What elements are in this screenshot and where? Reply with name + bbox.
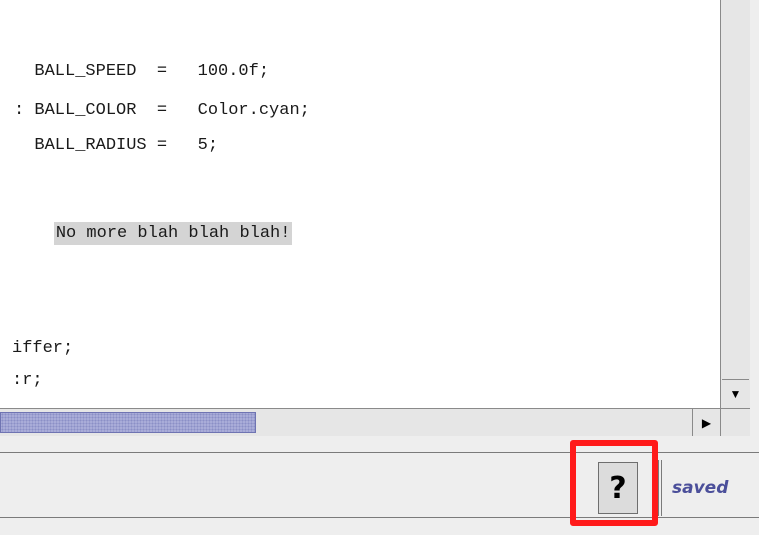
code-line-ball-radius: BALL_RADIUS = 5; — [14, 136, 219, 155]
arrow-right-icon: ▶ — [701, 415, 712, 430]
arrow-down-icon: ▼ — [729, 387, 742, 401]
highlight-annotation-box — [570, 440, 658, 526]
code-line-ball-speed: BALL_SPEED = 100.0f; — [14, 62, 270, 81]
selected-text: No more blah blah blah! — [53, 222, 293, 245]
code-line-buffer: iffer; — [12, 339, 74, 358]
status-saved-label: saved — [672, 478, 729, 498]
vertical-scrollbar[interactable]: ▼ — [720, 0, 750, 408]
code-line-partial: :r; — [12, 371, 43, 390]
horizontal-scroll-thumb[interactable] — [0, 412, 256, 433]
horizontal-scrollbar[interactable]: ▶ — [0, 408, 720, 436]
scroll-down-button[interactable]: ▼ — [722, 379, 749, 408]
code-editor[interactable]: BALL_SPEED = 100.0f; : BALL_COLOR = Colo… — [0, 0, 720, 408]
scroll-right-button[interactable]: ▶ — [692, 409, 720, 436]
scrollbar-corner — [720, 408, 750, 436]
status-divider — [658, 460, 662, 516]
code-line-ball-color: : BALL_COLOR = Color.cyan; — [14, 101, 310, 120]
code-line-comment: No more blah blah blah! — [13, 204, 293, 264]
